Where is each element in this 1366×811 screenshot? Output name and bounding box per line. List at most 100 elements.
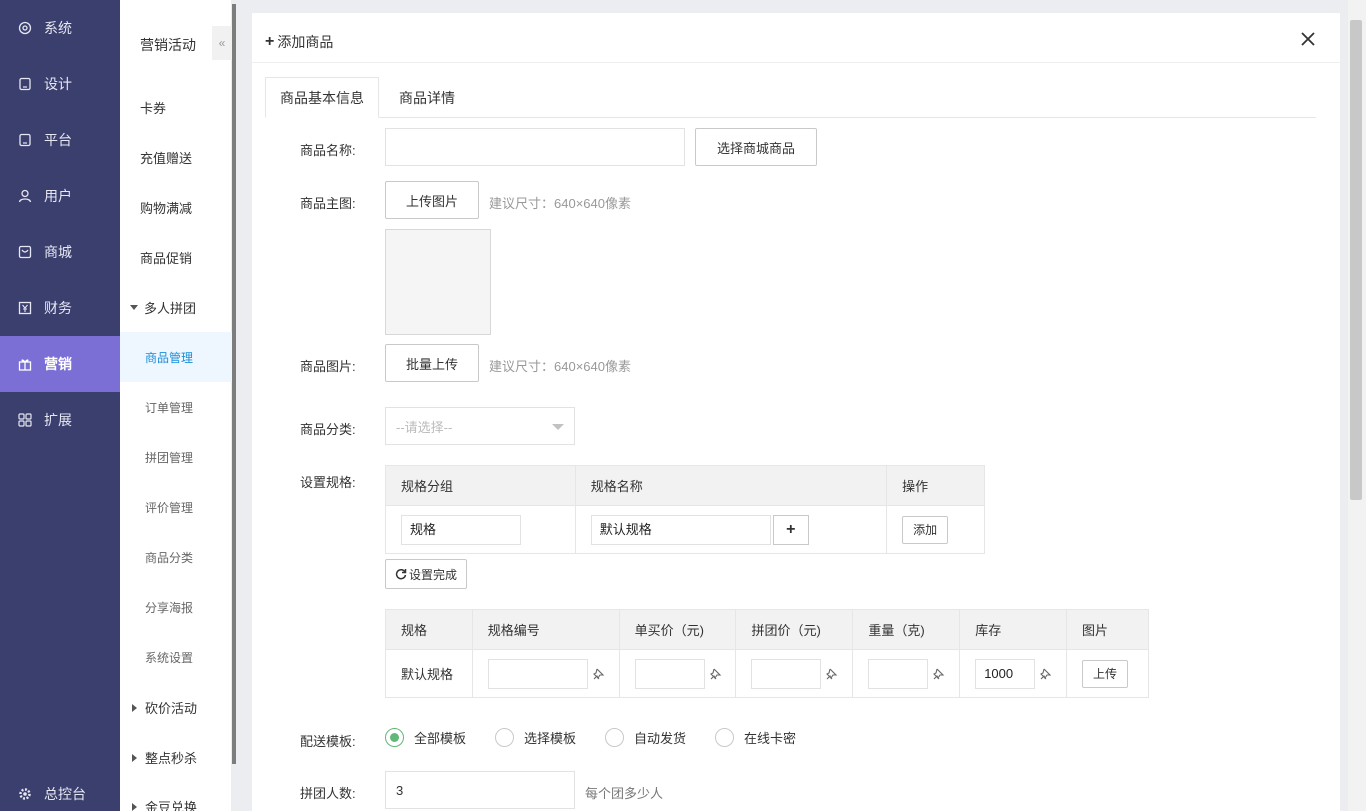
modal-header: + 添加商品	[252, 13, 1340, 63]
radio-auto-ship[interactable]: 自动发货	[605, 728, 686, 747]
radio-label: 全部模板	[414, 731, 467, 746]
radio-label: 自动发货	[634, 731, 687, 746]
radio-icon	[495, 728, 514, 747]
nav-item-system[interactable]: 系统	[0, 0, 120, 56]
spec-done-button[interactable]: 设置完成	[385, 559, 467, 589]
subnav-group-bargain[interactable]: 砍价活动	[130, 698, 197, 717]
main-nav: 系统 设计 平台 用户 商城 财务 营销 扩展 总控台	[0, 0, 120, 811]
tablet-icon	[18, 77, 32, 91]
subnav-item-coupon[interactable]: 卡券	[140, 98, 166, 117]
scrollbar-thumb[interactable]	[1350, 20, 1362, 500]
subnav-item-recharge[interactable]: 充值赠送	[140, 148, 192, 167]
sku-header-weight: 重量（克)	[852, 609, 961, 650]
tab-product-detail[interactable]: 商品详情	[389, 77, 465, 118]
nav-item-marketing[interactable]: 营销	[0, 336, 120, 392]
category-label: 商品分类:	[300, 422, 356, 437]
subnav-item-group-manage[interactable]: 拼团管理	[145, 449, 193, 466]
nav-item-design[interactable]: 设计	[0, 56, 120, 112]
pin-icon[interactable]	[1039, 667, 1053, 681]
add-spec-value-button[interactable]: +	[772, 514, 809, 545]
radio-label: 选择模板	[524, 731, 577, 746]
pin-icon[interactable]	[709, 667, 723, 681]
subnav-item-order-manage[interactable]: 订单管理	[145, 399, 193, 416]
nav-item-label: 用户	[44, 188, 72, 204]
chevron-right-icon	[132, 802, 137, 811]
sku-stock-input[interactable]: 1000	[975, 658, 1036, 689]
subnav-group-label: 多人拼团	[144, 301, 197, 316]
nav-item-extend[interactable]: 扩展	[0, 392, 120, 448]
nav-item-user[interactable]: 用户	[0, 168, 120, 224]
spec-table: 规格分组 规格名称 操作 规格 默认规格 + 添加	[385, 465, 985, 554]
subnav-item-category[interactable]: 商品分类	[145, 549, 193, 566]
subnav-item-promotion[interactable]: 商品促销	[140, 248, 192, 267]
sub-nav: 营销活动 « 卡券 充值赠送 购物满减 商品促销 多人拼团 商品管理 订单管理 …	[120, 0, 232, 811]
nav-item-finance[interactable]: 财务	[0, 280, 120, 336]
nav-item-platform[interactable]: 平台	[0, 112, 120, 168]
category-select[interactable]: --请选择--	[385, 407, 575, 445]
gear-icon	[18, 787, 32, 801]
spec-name-input[interactable]: 默认规格	[590, 514, 771, 545]
collapse-button[interactable]: «	[212, 26, 232, 60]
nav-dashboard[interactable]: 总控台	[0, 777, 120, 811]
sku-table: 规格 规格编号 单买价（元) 拼团价（元) 重量（克) 库存 图片 默认规格 1…	[385, 609, 1149, 698]
user-icon	[18, 189, 32, 203]
group-size-label: 拼团人数:	[300, 786, 356, 801]
spec-group-input[interactable]: 规格	[401, 514, 521, 545]
subnav-group-group-buy[interactable]: 多人拼团	[130, 298, 196, 317]
divider	[232, 4, 236, 764]
product-name-input[interactable]	[385, 128, 685, 166]
gift-icon	[18, 357, 32, 371]
subnav-item-review-manage[interactable]: 评价管理	[145, 499, 193, 516]
nav-item-label: 营销	[44, 356, 72, 372]
pin-icon[interactable]	[932, 667, 946, 681]
sku-header-group-price: 拼团价（元)	[735, 609, 854, 650]
batch-upload-button[interactable]: 批量上传	[385, 344, 479, 382]
modal-title-text: 添加商品	[277, 34, 334, 50]
choose-mall-product-button[interactable]: 选择商城商品	[695, 128, 817, 166]
sku-header-stock: 库存	[959, 609, 1068, 650]
gallery-size-hint: 建议尺寸：640×640像素	[489, 359, 631, 374]
table-row: 默认规格 1000 上传	[385, 649, 1149, 698]
add-product-modal: + 添加商品 商品基本信息 商品详情 商品名称: 选择商城商品 商品主图: 上传…	[252, 13, 1340, 811]
gear-icon	[18, 21, 32, 35]
tab-basic-info[interactable]: 商品基本信息	[265, 77, 379, 118]
spec-header-group: 规格分组	[385, 465, 576, 506]
modal-title: + 添加商品	[265, 32, 333, 52]
nav-dashboard-label: 总控台	[44, 786, 86, 802]
nav-item-shop[interactable]: 商城	[0, 224, 120, 280]
group-size-input[interactable]: 3	[385, 771, 575, 809]
refresh-icon	[395, 568, 407, 580]
sku-code-input[interactable]	[487, 658, 588, 689]
radio-select-template[interactable]: 选择模板	[495, 728, 576, 747]
sku-group-price-input[interactable]	[751, 658, 822, 689]
upload-image-button[interactable]: 上传图片	[385, 181, 479, 219]
nav-item-label: 商城	[44, 244, 72, 260]
sku-weight-input[interactable]	[868, 658, 929, 689]
subnav-group-label: 砍价活动	[145, 701, 198, 716]
sku-price-input[interactable]	[634, 658, 705, 689]
radio-checked-icon	[385, 728, 404, 747]
pin-icon[interactable]	[592, 667, 606, 681]
add-spec-button[interactable]: 添加	[902, 515, 949, 544]
subnav-group-bean-exchange[interactable]: 金豆兑换	[130, 797, 197, 811]
radio-online-card[interactable]: 在线卡密	[715, 728, 796, 747]
subnav-item-full-reduction[interactable]: 购物满减	[140, 198, 192, 217]
close-icon[interactable]	[1298, 29, 1318, 49]
subnav-group-label: 整点秒杀	[145, 751, 198, 766]
sku-header-code: 规格编号	[471, 609, 620, 650]
subnav-item-share-poster[interactable]: 分享海报	[145, 599, 193, 616]
radio-all-templates[interactable]: 全部模板	[385, 728, 466, 747]
yen-icon	[18, 301, 32, 315]
subnav-item-settings[interactable]: 系统设置	[145, 649, 193, 666]
sku-spec-cell: 默认规格	[385, 649, 473, 698]
subnav-group-label: 金豆兑换	[145, 800, 198, 811]
subnav-item-product-manage[interactable]: 商品管理	[145, 349, 193, 366]
pin-icon[interactable]	[825, 667, 839, 681]
tab-bar: 商品基本信息 商品详情	[265, 77, 1316, 118]
spec-label: 设置规格:	[300, 475, 356, 490]
sku-upload-button[interactable]: 上传	[1082, 659, 1129, 688]
size-hint: 建议尺寸：640×640像素	[489, 196, 631, 211]
grid-icon	[18, 413, 32, 427]
subnav-group-flash-sale[interactable]: 整点秒杀	[130, 748, 197, 767]
radio-label: 在线卡密	[744, 731, 797, 746]
